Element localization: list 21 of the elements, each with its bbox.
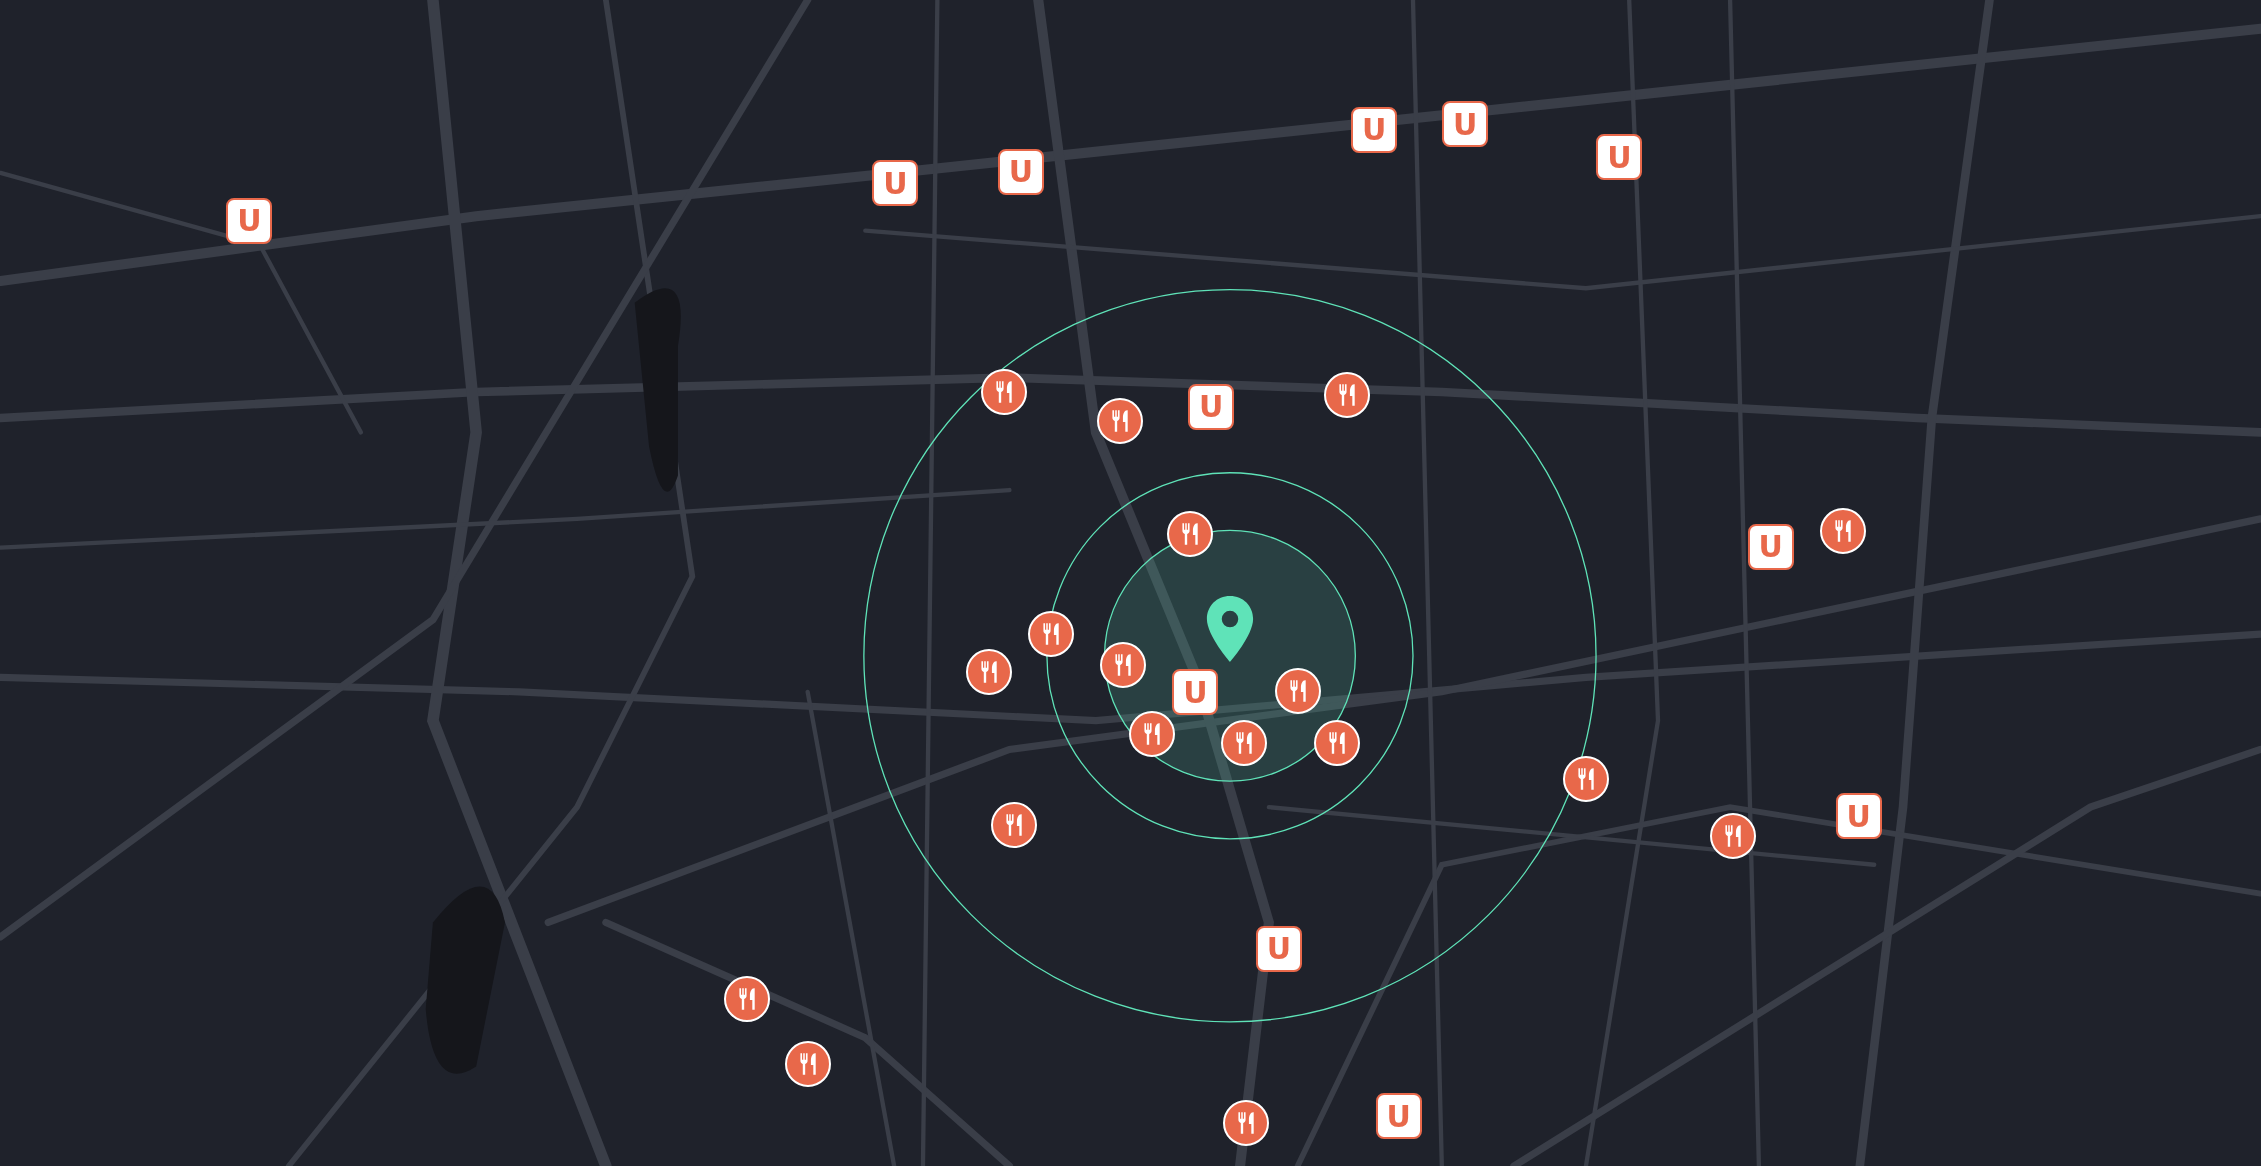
subway-marker[interactable]: U <box>1375 1093 1422 1140</box>
restaurant-marker[interactable] <box>1129 710 1176 757</box>
restaurant-marker[interactable] <box>723 976 770 1023</box>
subway-marker[interactable]: U <box>1835 793 1882 840</box>
restaurant-marker[interactable] <box>1100 641 1147 688</box>
subway-marker[interactable]: U <box>1351 106 1398 153</box>
subway-marker[interactable]: U <box>1442 101 1489 147</box>
subway-marker[interactable]: U <box>1256 925 1303 972</box>
subway-marker[interactable]: U <box>1596 134 1643 181</box>
subway-marker[interactable]: U <box>1172 669 1219 716</box>
restaurant-marker[interactable] <box>1274 667 1321 714</box>
restaurant-marker[interactable] <box>1221 719 1268 766</box>
subway-marker[interactable]: U <box>1747 523 1794 570</box>
subway-marker[interactable]: U <box>997 148 1044 195</box>
subway-marker[interactable]: U <box>226 197 273 244</box>
subway-marker[interactable]: U <box>872 160 919 207</box>
restaurant-marker[interactable] <box>1166 510 1213 557</box>
restaurant-marker[interactable] <box>1710 813 1757 860</box>
restaurant-marker[interactable] <box>1097 398 1144 445</box>
location-pin-icon <box>1205 595 1255 662</box>
subway-marker[interactable]: U <box>1188 383 1235 430</box>
